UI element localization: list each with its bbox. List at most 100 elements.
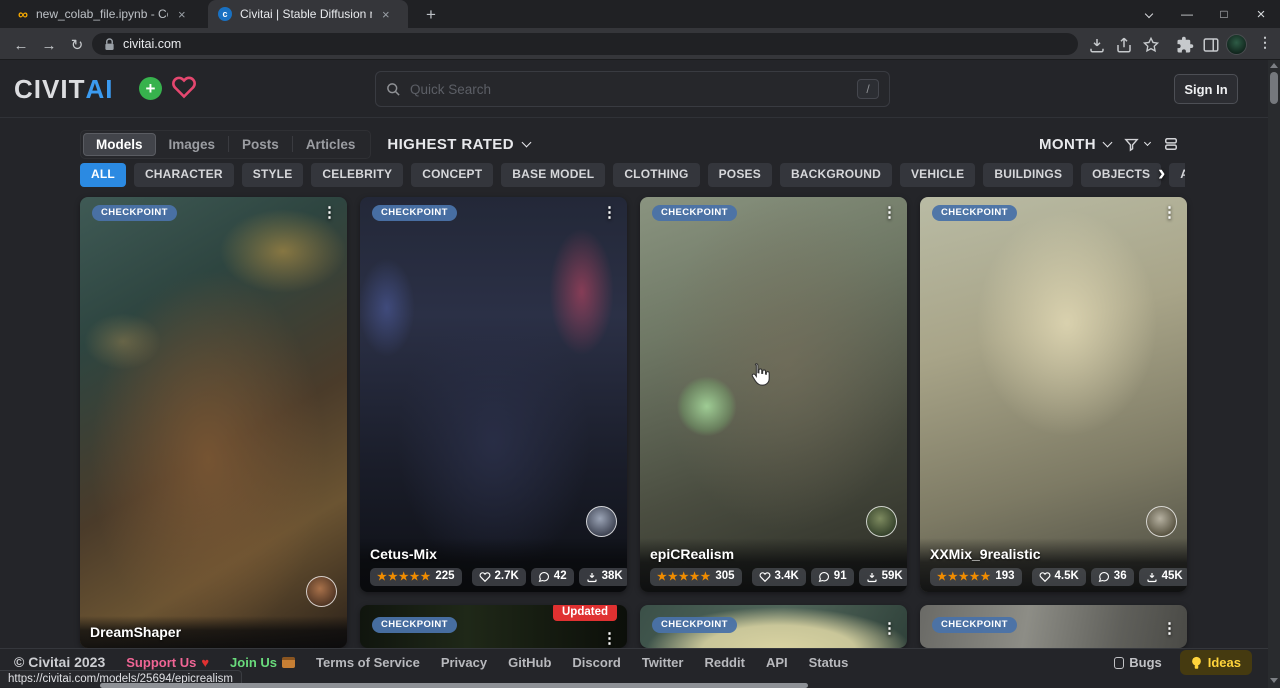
- card-menu-icon[interactable]: ⋮: [602, 203, 617, 221]
- window-close-button[interactable]: ×: [1244, 0, 1278, 28]
- downloads-pill: 38K: [579, 568, 627, 586]
- colab-favicon-icon: ∞: [18, 7, 28, 21]
- chip-clothing[interactable]: CLOTHING: [613, 163, 699, 187]
- sort-label: HIGHEST RATED: [387, 136, 514, 153]
- briefcase-emoji-icon: [282, 657, 295, 668]
- footer-link-twitter[interactable]: Twitter: [642, 655, 684, 670]
- window-minimize-button[interactable]: —: [1170, 0, 1204, 28]
- chip-objects[interactable]: OBJECTS: [1081, 163, 1161, 187]
- chip-vehicle[interactable]: VEHICLE: [900, 163, 975, 187]
- footer-link-terms[interactable]: Terms of Service: [316, 655, 420, 670]
- extensions-puzzle-icon[interactable]: [1176, 36, 1194, 54]
- model-title: epiCRealism: [650, 546, 897, 562]
- chip-character[interactable]: CHARACTER: [134, 163, 234, 187]
- tab-close-icon[interactable]: ×: [178, 7, 186, 22]
- bugs-button[interactable]: Bugs: [1114, 655, 1162, 670]
- layout-toggle-button[interactable]: [1162, 135, 1180, 153]
- reload-button[interactable]: ↻: [66, 34, 88, 56]
- downloads-count: 38K: [602, 571, 623, 583]
- ideas-button[interactable]: Ideas: [1180, 650, 1252, 675]
- chip-buildings[interactable]: BUILDINGS: [983, 163, 1073, 187]
- back-button[interactable]: ←: [10, 34, 32, 56]
- new-tab-button[interactable]: +: [420, 4, 442, 26]
- model-title: XXMix_9realistic: [930, 546, 1177, 562]
- favorites-heart-icon[interactable]: [171, 75, 197, 99]
- search-input[interactable]: [410, 82, 848, 97]
- tab-articles[interactable]: Articles: [293, 133, 369, 156]
- address-bar[interactable]: civitai.com: [92, 33, 1078, 55]
- footer-link-github[interactable]: GitHub: [508, 655, 551, 670]
- footer-link-privacy[interactable]: Privacy: [441, 655, 487, 670]
- chip-all[interactable]: ALL: [80, 163, 126, 187]
- share-icon[interactable]: [1115, 36, 1133, 54]
- creator-avatar[interactable]: [306, 576, 337, 607]
- bugs-label: Bugs: [1129, 655, 1162, 670]
- chip-style[interactable]: STYLE: [242, 163, 304, 187]
- card-menu-icon[interactable]: ⋮: [322, 203, 337, 221]
- window-maximize-button[interactable]: □: [1207, 0, 1241, 28]
- side-panel-icon[interactable]: [1202, 36, 1220, 54]
- card-menu-icon[interactable]: ⋮: [1162, 203, 1177, 221]
- horizontal-scrollbar-thumb[interactable]: [100, 683, 808, 688]
- model-card-cetus-mix[interactable]: CHECKPOINT ⋮ Cetus-Mix ★★★★★225 2.7K 42 …: [360, 197, 627, 592]
- filter-funnel-button[interactable]: [1123, 136, 1150, 153]
- period-dropdown[interactable]: MONTH: [1039, 136, 1111, 153]
- quick-search-box[interactable]: /: [375, 71, 890, 107]
- comment-icon: [1098, 571, 1110, 583]
- vertical-scrollbar-thumb[interactable]: [1270, 72, 1278, 104]
- creator-avatar[interactable]: [866, 506, 897, 537]
- updated-badge: Updated: [553, 605, 617, 621]
- chip-concept[interactable]: CONCEPT: [411, 163, 493, 187]
- footer-link-api[interactable]: API: [766, 655, 788, 670]
- creator-avatar[interactable]: [1146, 506, 1177, 537]
- footer-link-reddit[interactable]: Reddit: [704, 655, 744, 670]
- browser-menu-icon[interactable]: ⋮: [1258, 34, 1272, 51]
- model-card-dreamshaper[interactable]: CHECKPOINT ⋮ DreamShaper: [80, 197, 347, 648]
- comments-count: 42: [554, 571, 567, 583]
- footer-link-status[interactable]: Status: [809, 655, 849, 670]
- model-card-partial[interactable]: CHECKPOINT ⋮: [640, 605, 907, 648]
- scrollbar-down-arrow[interactable]: [1270, 678, 1278, 683]
- forward-button[interactable]: →: [38, 34, 60, 56]
- chip-animal[interactable]: ANIMAL: [1169, 163, 1185, 187]
- likes-pill: 3.4K: [752, 568, 806, 586]
- model-card-partial[interactable]: CHECKPOINT ⋮: [920, 605, 1187, 648]
- footer-link-discord[interactable]: Discord: [572, 655, 620, 670]
- tab-search-chevron-icon[interactable]: [1132, 0, 1166, 28]
- scrollbar-up-arrow[interactable]: [1270, 63, 1278, 68]
- chips-scroll-right-icon[interactable]: ›: [1158, 160, 1165, 186]
- download-icon[interactable]: [1088, 36, 1106, 54]
- model-card-partial[interactable]: CHECKPOINT Updated ⋮: [360, 605, 627, 648]
- tab-models[interactable]: Models: [83, 133, 156, 156]
- chevron-down-icon: [1103, 137, 1113, 147]
- chip-celebrity[interactable]: CELEBRITY: [311, 163, 403, 187]
- model-card-xxmix9realistic[interactable]: CHECKPOINT ⋮ XXMix_9realistic ★★★★★193 4…: [920, 197, 1187, 592]
- chip-background[interactable]: BACKGROUND: [780, 163, 892, 187]
- card-menu-icon[interactable]: ⋮: [882, 619, 897, 637]
- vertical-scrollbar-track[interactable]: [1268, 60, 1280, 688]
- tab-colab[interactable]: ∞ new_colab_file.ipynb - Colaborat ×: [8, 0, 204, 28]
- tab-posts[interactable]: Posts: [229, 133, 292, 156]
- model-card-epicrealism[interactable]: CHECKPOINT ⋮ epiCRealism ★★★★★305 3.4K 9…: [640, 197, 907, 592]
- join-us-link[interactable]: Join Us: [230, 655, 295, 670]
- card-menu-icon[interactable]: ⋮: [882, 203, 897, 221]
- support-us-link[interactable]: Support Us♥: [126, 655, 209, 670]
- browser-profile-avatar[interactable]: [1226, 34, 1247, 55]
- tab-images[interactable]: Images: [156, 133, 229, 156]
- sign-in-button[interactable]: Sign In: [1174, 74, 1238, 104]
- model-preview-image: [640, 197, 907, 592]
- tab-civitai[interactable]: c Civitai | Stable Diffusion models, ×: [208, 0, 408, 28]
- civitai-logo[interactable]: CIVITAI: [14, 74, 113, 105]
- tab-close-icon[interactable]: ×: [382, 7, 390, 22]
- upload-plus-button[interactable]: +: [139, 77, 162, 100]
- sort-dropdown[interactable]: HIGHEST RATED: [387, 136, 530, 153]
- logo-text-ai: AI: [85, 74, 113, 105]
- card-menu-icon[interactable]: ⋮: [602, 629, 617, 647]
- chip-base-model[interactable]: BASE MODEL: [501, 163, 605, 187]
- chip-poses[interactable]: POSES: [708, 163, 772, 187]
- creator-avatar[interactable]: [586, 506, 617, 537]
- bookmark-star-icon[interactable]: [1142, 36, 1160, 54]
- card-stats: ★★★★★305 3.4K 91 59K: [650, 568, 897, 586]
- card-menu-icon[interactable]: ⋮: [1162, 619, 1177, 637]
- chevron-down-icon: [521, 137, 531, 147]
